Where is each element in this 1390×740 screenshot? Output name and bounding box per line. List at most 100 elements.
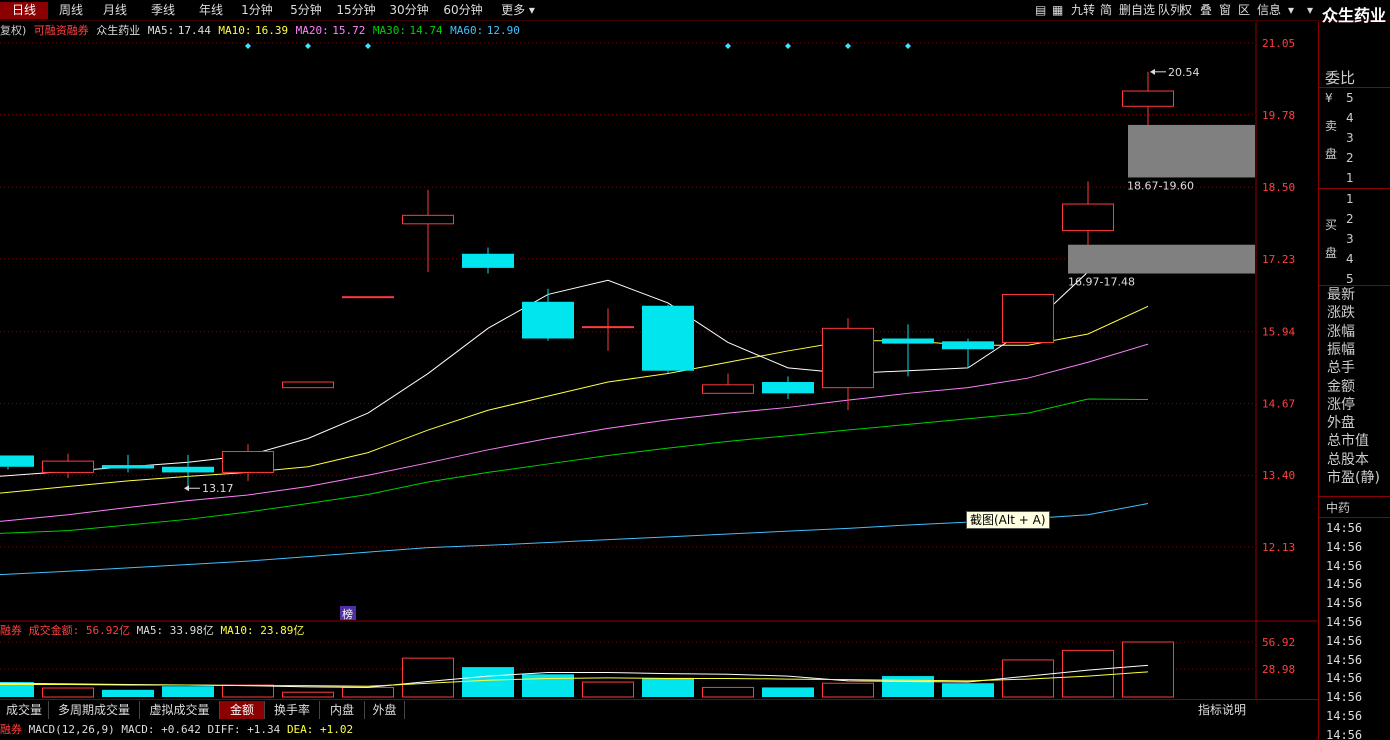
nine-turn-button[interactable]: 九转 xyxy=(1071,2,1095,19)
indicator-tabs: 指标说明 成交量 多周期成交量 虚拟成交量 金额 换手率 内盘 外盘 xyxy=(0,699,1318,719)
trade-time: 14:56 xyxy=(1326,671,1363,686)
candle-body xyxy=(882,338,934,344)
rights-button[interactable]: 权 xyxy=(1180,2,1192,19)
divider xyxy=(1319,188,1390,189)
volume-bar xyxy=(702,686,754,698)
volume-axis-label: 56.92 xyxy=(1262,636,1295,649)
dropdown-icon[interactable]: ▾ xyxy=(1288,2,1294,19)
signal-marker xyxy=(785,43,791,49)
dea-value: DEA: +1.02 xyxy=(286,723,354,736)
indicator-tab[interactable]: 外盘 xyxy=(365,701,405,719)
period-tab[interactable]: 30分钟 xyxy=(384,2,434,19)
info-button[interactable]: 信息 xyxy=(1257,2,1281,19)
range-button[interactable]: 区 xyxy=(1238,2,1250,19)
volume-bar xyxy=(882,676,934,697)
indicator-help-button[interactable]: 指标说明 xyxy=(1198,701,1246,719)
candle-body xyxy=(342,296,394,299)
indicator-tab[interactable]: 内盘 xyxy=(320,701,365,719)
layout-icon[interactable]: ▤ xyxy=(1035,2,1046,19)
divider xyxy=(1319,517,1390,518)
trade-time: 14:56 xyxy=(1326,709,1363,723)
candle-body xyxy=(162,466,214,473)
industry-label: 中药 xyxy=(1326,501,1351,515)
indicator-tab[interactable]: 虚拟成交量 xyxy=(140,701,220,719)
volume-bar xyxy=(762,687,814,697)
ma5-line xyxy=(0,246,1149,477)
price-axis-label: 13.40 xyxy=(1262,469,1295,482)
buy-level: 1 xyxy=(1346,192,1354,206)
diff-value: DIFF: +1.34 xyxy=(207,723,281,736)
volume-info-bar: 融券 成交金额: 56.92亿 MA5: 33.98亿 MA10: 23.89亿 xyxy=(0,623,304,637)
volume-bar xyxy=(162,686,214,697)
trade-time: 14:56 xyxy=(1326,690,1363,705)
quote-stat-label: 总股本 xyxy=(1327,451,1369,468)
buy-zone-box xyxy=(1068,244,1255,274)
sell-level: 3 xyxy=(1346,131,1354,145)
indicator-tab[interactable]: 多周期成交量 xyxy=(49,701,140,719)
sell-level: 5 xyxy=(1346,91,1354,105)
volume-label: 成交金额: xyxy=(22,623,79,637)
window-button[interactable]: 窗 xyxy=(1219,2,1231,19)
low-pointer-arrow xyxy=(184,485,189,492)
trade-time: 14:56 xyxy=(1326,577,1363,592)
kline-chart[interactable]: 21.05 19.78 18.50 17.23 15.94 14.67 13.40 12.13… xyxy=(0,22,1318,699)
candle-body xyxy=(102,465,154,469)
queue-button[interactable]: 队列 xyxy=(1158,2,1182,19)
list-tag: 榜 xyxy=(342,607,353,621)
volume-bar xyxy=(642,677,694,697)
volume-bar xyxy=(942,683,994,697)
signal-marker xyxy=(725,43,731,49)
period-tab[interactable]: 更多 ▾ xyxy=(493,2,543,19)
price-axis-label: 14.67 xyxy=(1262,397,1295,410)
volume-axis-label: 28.98 xyxy=(1262,663,1295,676)
period-tab[interactable]: 日线 xyxy=(0,2,48,19)
dropdown-icon[interactable]: ▾ xyxy=(1307,2,1313,19)
high-pointer-arrow xyxy=(1150,68,1155,75)
indicator-tab[interactable]: 成交量 xyxy=(0,701,49,719)
simple-button[interactable]: 简 xyxy=(1100,2,1112,19)
grid-icon[interactable]: ▦ xyxy=(1052,2,1063,19)
divider xyxy=(1319,496,1390,497)
period-tab[interactable]: 1分钟 xyxy=(235,2,279,19)
period-tab[interactable]: 5分钟 xyxy=(283,2,329,19)
buy-level: 2 xyxy=(1346,212,1354,226)
indicator-tab[interactable]: 换手率 xyxy=(265,701,320,719)
volume-bar xyxy=(342,686,394,698)
candle-body xyxy=(462,253,514,268)
period-tab[interactable]: 周线 xyxy=(50,2,92,19)
buy-zone-label: 16.97-17.48 xyxy=(1068,276,1135,289)
quote-stat-label: 振幅 xyxy=(1327,341,1355,358)
quote-stat-label: 市盈(静) xyxy=(1327,470,1380,486)
period-tab[interactable]: 60分钟 xyxy=(436,2,490,19)
buy-level: 5 xyxy=(1346,272,1354,286)
high-price-label: 20.54 xyxy=(1168,66,1200,79)
delete-fav-button[interactable]: 删自选 xyxy=(1119,2,1155,19)
trade-time: 14:56 xyxy=(1326,539,1363,554)
volume-ma10: MA10: 23.89亿 xyxy=(214,624,304,637)
divider xyxy=(1319,285,1390,286)
quote-stat-label: 涨跌 xyxy=(1327,305,1355,322)
indicator-tab[interactable]: 金额 xyxy=(220,701,265,719)
period-tab[interactable]: 年线 xyxy=(190,2,232,19)
trade-time: 14:56 xyxy=(1326,596,1363,611)
price-axis-label: 19.78 xyxy=(1262,109,1295,122)
period-tab[interactable]: 月线 xyxy=(93,2,137,19)
period-tab[interactable]: 季线 xyxy=(138,2,188,19)
price-axis-label: 18.50 xyxy=(1262,181,1295,194)
candle-body xyxy=(702,384,754,394)
buy-level: 4 xyxy=(1346,252,1354,266)
sell-level: 1 xyxy=(1346,171,1354,185)
price-axis-label: 21.05 xyxy=(1262,37,1295,50)
overlay-button[interactable]: 叠 xyxy=(1200,2,1212,19)
signal-marker xyxy=(905,43,911,49)
quote-stat-label: 最新 xyxy=(1327,287,1355,303)
price-axis-label: 12.13 xyxy=(1262,541,1295,554)
weibi-label: 委比 xyxy=(1325,69,1356,87)
trade-time: 14:56 xyxy=(1326,521,1363,535)
signal-marker xyxy=(245,43,251,49)
price-axis-label: 15.94 xyxy=(1262,326,1295,339)
volume-bar xyxy=(1122,641,1174,698)
period-tab[interactable]: 15分钟 xyxy=(331,2,381,19)
low-price-label: 13.17 xyxy=(202,482,234,495)
volume-bar xyxy=(1062,649,1114,698)
